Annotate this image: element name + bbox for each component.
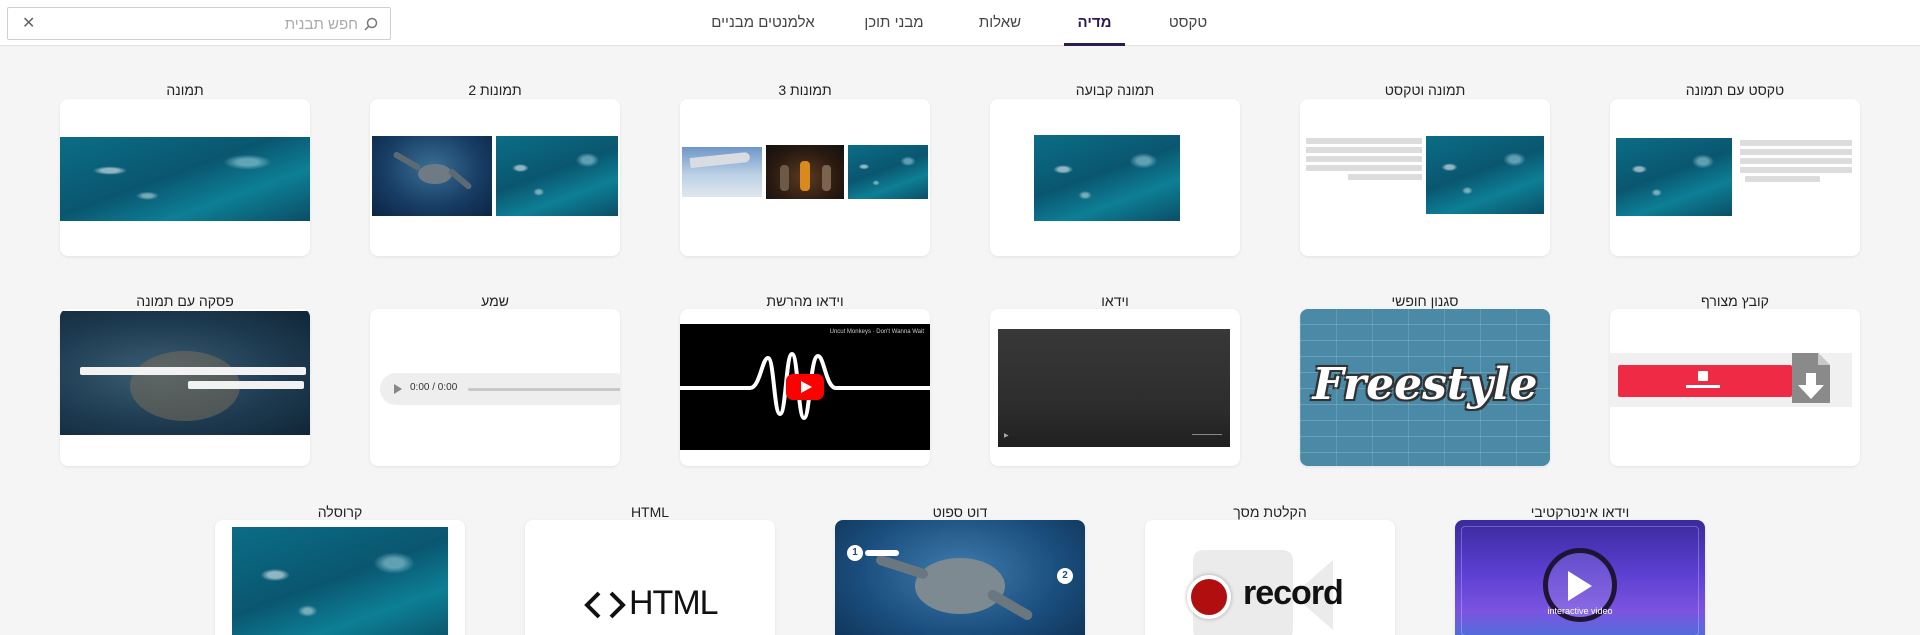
- text-placeholder: [1306, 147, 1422, 153]
- file-download-icon: [1792, 353, 1830, 403]
- text-placeholder: [1740, 140, 1852, 146]
- template-card-paragraph-with-image[interactable]: [60, 309, 310, 466]
- tab-content-structures[interactable]: מבני תוכן: [852, 0, 936, 46]
- audio-time: 0:00 / 0:00: [410, 382, 458, 393]
- card-label: פסקה עם תמונה: [136, 293, 234, 309]
- hotspot-marker-2: 2: [1057, 568, 1073, 584]
- search-icon: [364, 17, 378, 31]
- template-search[interactable]: ✕: [7, 7, 391, 40]
- ocean-thumbnail: [60, 137, 310, 221]
- text-placeholder: [1348, 174, 1422, 180]
- ocean-thumbnail: [1034, 135, 1180, 221]
- card-label: וידאו: [1101, 293, 1129, 309]
- audio-play-icon: [394, 384, 402, 394]
- template-card-html[interactable]: HTML: [525, 520, 775, 635]
- template-card-3-images[interactable]: [680, 99, 930, 256]
- ocean-thumbnail: [1426, 136, 1544, 214]
- interactive-video-text: interactive video: [1547, 606, 1613, 616]
- template-card-video[interactable]: ▶: [990, 309, 1240, 466]
- card-label: תמונה קבועה: [1075, 82, 1155, 98]
- video-player: ▶: [998, 329, 1230, 447]
- card-label: תמונות 2: [468, 82, 522, 98]
- turtle-thumbnail: [372, 136, 492, 216]
- plane-wing-thumbnail: [682, 147, 762, 197]
- clear-search-icon[interactable]: ✕: [22, 15, 35, 33]
- card-label: שמע: [481, 293, 509, 309]
- template-card-freestyle[interactable]: Freestyle: [1300, 309, 1550, 466]
- card-label: תמונה: [166, 82, 204, 98]
- youtube-video-title: Uncut Monkeys · Don't Wanna Wait: [829, 329, 924, 335]
- youtube-play-button: [786, 374, 824, 400]
- card-label: תמונות 3: [778, 82, 832, 98]
- template-card-text-with-image[interactable]: [1610, 99, 1860, 256]
- template-card-2-images[interactable]: [370, 99, 620, 256]
- ocean-thumbnail: [232, 527, 448, 635]
- top-bar: ✕ טקסט מדיה שאלות מבני תוכן אלמנטים מבני…: [0, 0, 1920, 46]
- audio-progress: [468, 388, 620, 391]
- play-icon: ▶: [1004, 433, 1009, 439]
- search-input[interactable]: [58, 13, 358, 35]
- template-card-hotspot[interactable]: 1 2: [835, 520, 1085, 635]
- card-label: תמונה וטקסט: [1384, 82, 1466, 98]
- turtle-background: [60, 311, 310, 435]
- play-icon: [1568, 571, 1592, 601]
- text-placeholder: [1306, 165, 1422, 171]
- turtle-flipper: [985, 588, 1035, 622]
- html-text: HTML: [629, 584, 719, 622]
- text-placeholder: [1740, 149, 1852, 155]
- video-controls: [1192, 434, 1222, 439]
- text-placeholder: [1306, 156, 1422, 162]
- hotspot-marker-1: 1: [847, 545, 863, 561]
- template-card-image-and-text[interactable]: [1300, 99, 1550, 256]
- template-card-carousel[interactable]: [215, 520, 465, 635]
- record-icon: [1187, 575, 1231, 619]
- youtube-thumbnail: Uncut Monkeys · Don't Wanna Wait: [680, 324, 930, 450]
- card-label: קרוסלה: [317, 504, 363, 520]
- text-placeholder: [1740, 167, 1852, 173]
- ocean-thumbnail: [496, 136, 618, 216]
- card-label: וידאו אינטרקטיבי: [1530, 504, 1630, 520]
- turtle-flipper: [874, 553, 930, 581]
- card-label: וידאו מהרשת: [766, 293, 844, 309]
- template-card-fixed-image[interactable]: [990, 99, 1240, 256]
- hotspot-tooltip: [865, 550, 899, 556]
- performers-thumbnail: [766, 145, 844, 199]
- text-placeholder: [188, 381, 304, 389]
- card-label: קובץ מצורף: [1701, 293, 1769, 309]
- template-card-image[interactable]: [60, 99, 310, 256]
- turtle-shape: [915, 558, 1005, 614]
- record-text: record: [1243, 574, 1344, 612]
- attachment-download-bar: [1618, 365, 1792, 397]
- tab-structural-elements[interactable]: אלמנטים מבניים: [700, 0, 826, 46]
- ocean-thumbnail: [848, 145, 928, 199]
- template-card-web-video[interactable]: Uncut Monkeys · Don't Wanna Wait: [680, 309, 930, 466]
- tab-text[interactable]: טקסט: [1150, 0, 1226, 46]
- card-label: HTML: [630, 504, 670, 520]
- card-label: דוט ספוט: [932, 504, 988, 520]
- template-card-attachment[interactable]: [1610, 309, 1860, 466]
- card-label: הקלטת מסך: [1233, 504, 1307, 520]
- ocean-thumbnail: [1616, 138, 1732, 216]
- card-label: טקסט עם תמונה: [1685, 82, 1785, 98]
- text-placeholder: [1306, 138, 1422, 144]
- text-placeholder: [1745, 176, 1820, 182]
- template-card-audio[interactable]: 0:00 / 0:00: [370, 309, 620, 466]
- audio-player: 0:00 / 0:00: [380, 373, 620, 405]
- text-placeholder: [1740, 158, 1852, 164]
- code-brackets-icon: [584, 591, 626, 619]
- template-card-screen-recording[interactable]: record: [1145, 520, 1395, 635]
- card-label: סגנון חופשי: [1391, 293, 1459, 309]
- template-card-interactive-video[interactable]: interactive video: [1455, 520, 1705, 635]
- tab-questions[interactable]: שאלות: [962, 0, 1038, 46]
- tab-media[interactable]: מדיה: [1064, 0, 1125, 46]
- freestyle-text: Freestyle: [1312, 359, 1538, 410]
- text-placeholder: [80, 367, 306, 375]
